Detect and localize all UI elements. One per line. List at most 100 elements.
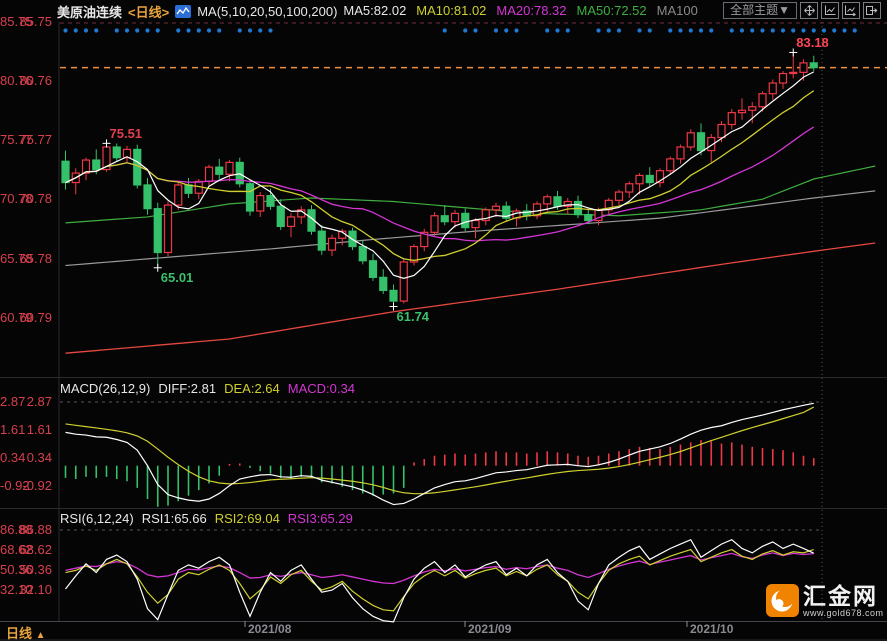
ma100-line (66, 191, 876, 266)
event-dot (145, 28, 149, 32)
event-dot (504, 28, 508, 32)
candle-body-down (390, 290, 397, 301)
candle-body-up (472, 220, 479, 227)
axis-tick-right: 2.87 (0, 394, 25, 409)
candle-body-down (62, 161, 69, 182)
candle-body-down (554, 197, 561, 206)
x-axis-date: 2021/08 (248, 622, 291, 636)
kline-icon (175, 5, 191, 18)
candle-body-down (462, 213, 469, 227)
candle-body-up (175, 185, 182, 205)
candle-body-up (790, 72, 797, 73)
rsi-legend: RSI(6,12,24)RSI1:65.66RSI2:69.04RSI3:65.… (60, 511, 361, 526)
event-dot (135, 28, 139, 32)
event-dot (555, 28, 559, 32)
event-dot (791, 28, 795, 32)
bottom-bar: 日线 ▲ 2021/082021/092021/10 (0, 622, 887, 640)
candle-body-down (267, 196, 274, 207)
price-marker: 75.51 (110, 126, 143, 141)
ma-value-label: MA5:82.02 (343, 3, 406, 18)
axis-tick-right: 1.61 (0, 422, 25, 437)
axis-tick-right: 68.62 (0, 542, 33, 557)
event-dot (596, 28, 600, 32)
ma5-line (66, 72, 814, 278)
candle-body-down (216, 167, 223, 174)
theme-dropdown-button[interactable]: 全部主题▼ (723, 2, 797, 19)
event-dot (443, 28, 447, 32)
candle-body-down (144, 185, 151, 209)
move-crosshair-icon[interactable] (800, 2, 818, 19)
event-dot (617, 28, 621, 32)
event-dot (217, 28, 221, 32)
candle-body-down (646, 175, 653, 182)
candle-body-up (759, 94, 766, 107)
candle-body-down (277, 206, 284, 226)
axis-tick-right: 60.79 (0, 310, 33, 325)
chevron-up-icon: ▲ (36, 630, 46, 641)
zoom-axis-left-icon[interactable] (821, 2, 839, 19)
price-marker: 61.74 (397, 309, 430, 324)
candle-body-down (247, 184, 254, 211)
event-dot (822, 28, 826, 32)
logo-url: www.gold678.com (803, 608, 884, 618)
ma-values: MA5:82.02MA10:81.02MA20:78.32MA50:72.52M… (343, 2, 707, 20)
event-dot (514, 28, 518, 32)
macd-legend-item: MACD(26,12,9) (60, 381, 150, 396)
exit-fullscreen-icon[interactable] (863, 2, 881, 19)
event-dot (545, 28, 549, 32)
logo-icon (766, 584, 799, 617)
candle-body-up (226, 162, 233, 174)
macd-legend-item: DEA:2.64 (224, 381, 280, 396)
candle-body-up (780, 74, 787, 83)
header-bar: 美原油连续 <日线> MA(5,10,20,50,100,200) MA5:82… (57, 2, 708, 20)
chart-canvas[interactable] (0, 0, 887, 641)
axis-tick-right: 65.78 (0, 251, 33, 266)
candle-body-up (667, 159, 674, 171)
axis-tick-right: -0.92 (0, 478, 30, 493)
ma10-line (66, 91, 814, 261)
event-dot (648, 28, 652, 32)
candle-body-up (288, 217, 295, 226)
event-dot (125, 28, 129, 32)
ma-value-label: MA10:81.02 (416, 3, 486, 18)
candle-body-down (318, 231, 325, 250)
event-dot (668, 28, 672, 32)
ma-value-label: MA100 (657, 3, 698, 18)
event-dot (812, 28, 816, 32)
candle-body-up (257, 196, 264, 211)
candle-body-up (687, 133, 694, 147)
ma50-line (66, 166, 876, 223)
event-dot (156, 28, 160, 32)
event-dot (730, 28, 734, 32)
event-dot (63, 28, 67, 32)
zoom-axis-right-icon[interactable] (842, 2, 860, 19)
site-logo: 汇金网 www.gold678.com (766, 584, 884, 618)
period-tag: <日线> (128, 2, 169, 21)
event-dot (238, 28, 242, 32)
candle-body-up (749, 107, 756, 111)
event-dot (832, 28, 836, 32)
event-dot (801, 28, 805, 32)
x-axis-date: 2021/09 (468, 622, 511, 636)
candle-body-up (718, 125, 725, 138)
event-dot (258, 28, 262, 32)
candle-body-down (154, 209, 161, 253)
candle-body-down (380, 277, 387, 290)
candle-body-down (698, 133, 705, 151)
rsi-legend-item: RSI3:65.29 (288, 511, 353, 526)
ma-value-label: MA50:72.52 (577, 3, 647, 18)
event-dot (248, 28, 252, 32)
event-dot (197, 28, 201, 32)
event-dot (637, 28, 641, 32)
candle-body-up (329, 238, 336, 250)
period-tab-daily[interactable]: 日线 ▲ (6, 623, 46, 641)
macd-legend-item: DIFF:2.81 (158, 381, 216, 396)
macd-legend: MACD(26,12,9)DIFF:2.81DEA:2.64MACD:0.34 (60, 381, 363, 396)
event-dot (781, 28, 785, 32)
event-dot (186, 28, 190, 32)
event-dot (94, 28, 98, 32)
event-dot (689, 28, 693, 32)
candle-body-up (206, 167, 213, 181)
candle-body-up (769, 83, 776, 94)
event-dot (463, 28, 467, 32)
